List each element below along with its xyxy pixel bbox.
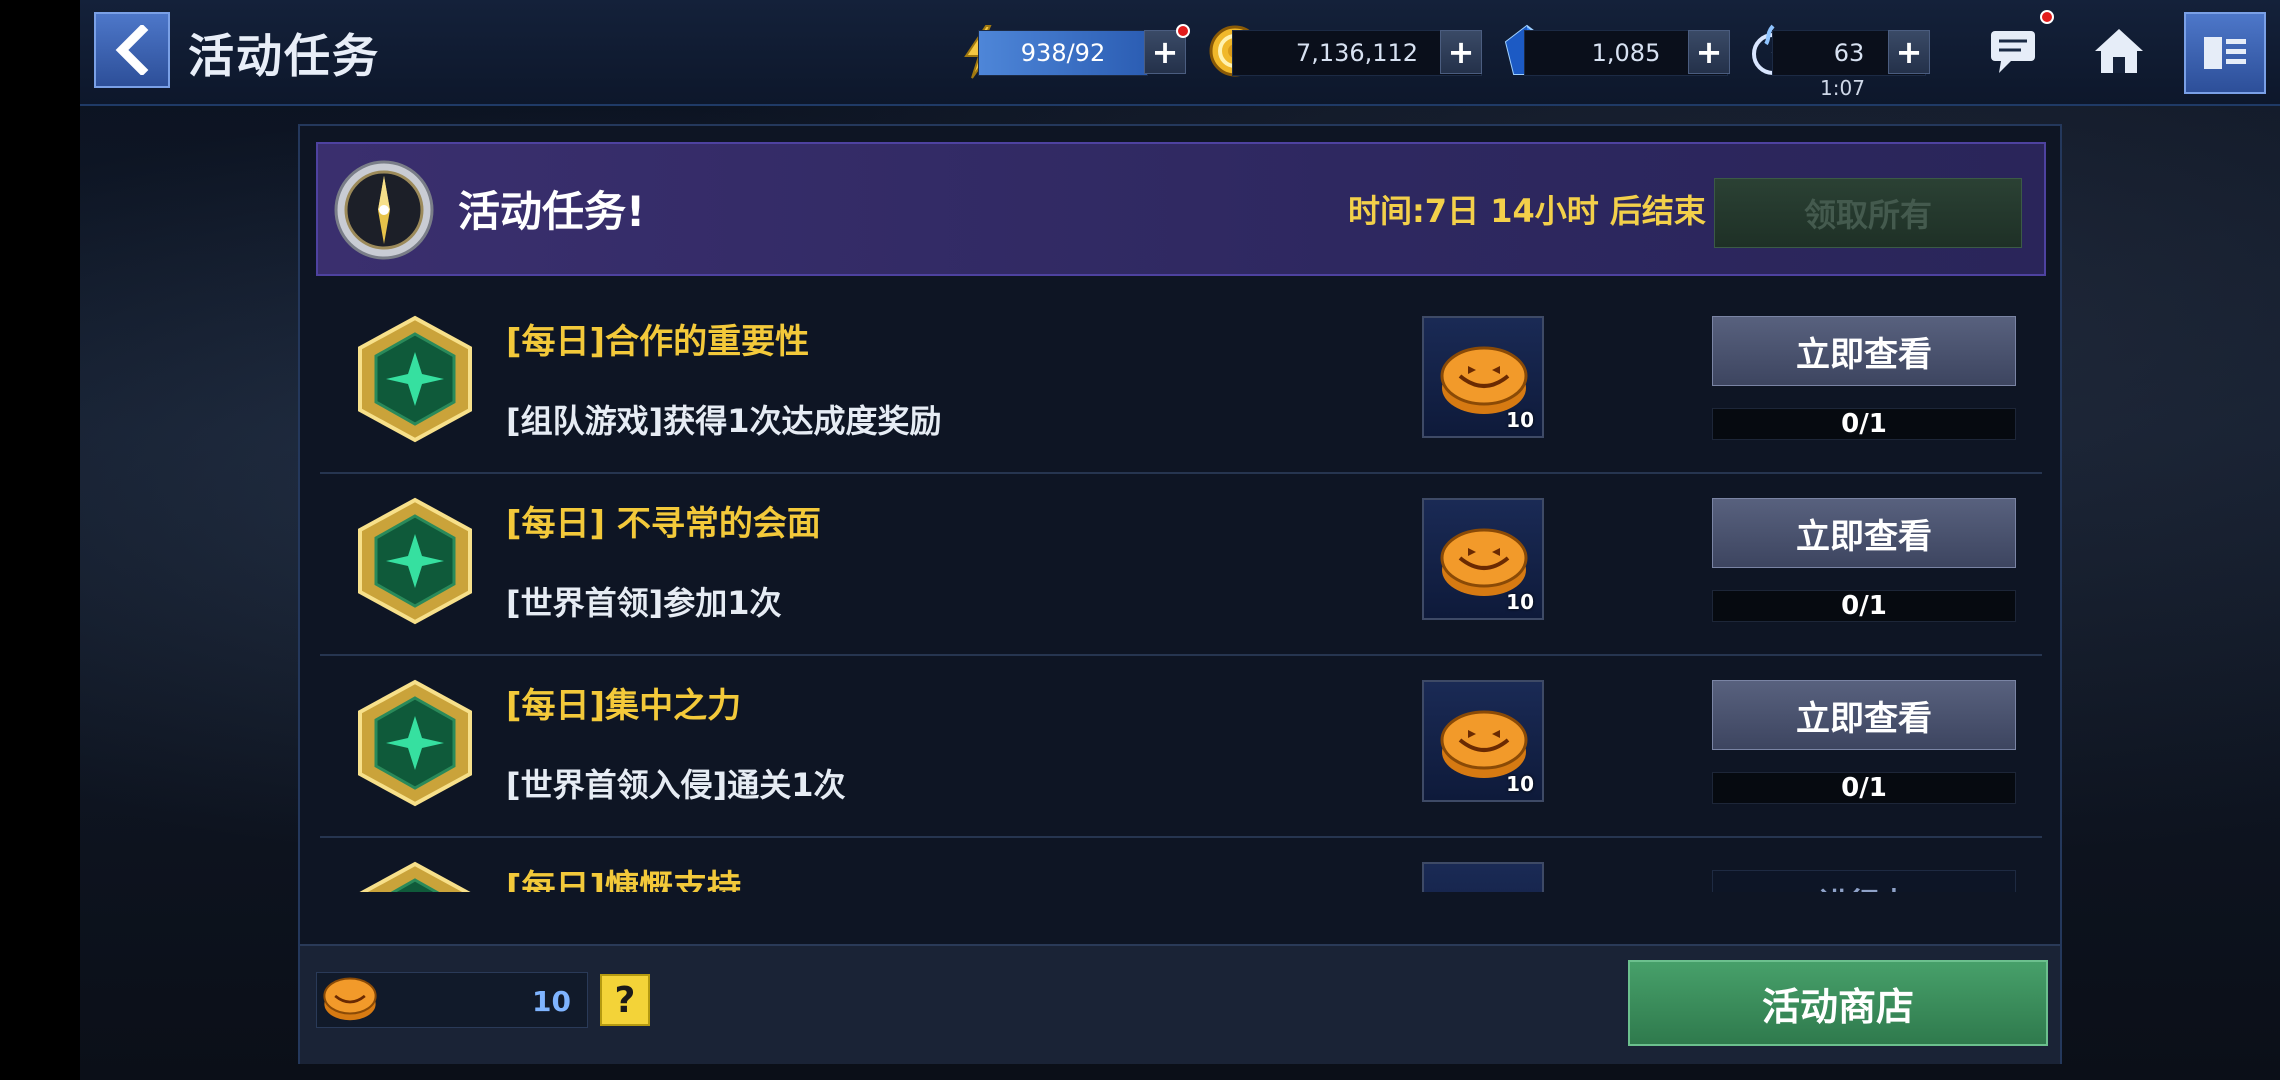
- compass-icon: [334, 160, 434, 260]
- reward-slot[interactable]: 10: [1422, 680, 1544, 802]
- home-button[interactable]: [2078, 10, 2160, 92]
- stamina-timer: 1:07: [1820, 76, 1865, 100]
- task-status: 进行中: [1712, 870, 2016, 892]
- add-crystal-button[interactable]: +: [1688, 30, 1730, 74]
- task-title: [每日] 不寻常的会面: [506, 504, 821, 544]
- pumpkin-coin-icon: [1438, 882, 1530, 892]
- energy-value: 938/92: [978, 30, 1148, 76]
- task-title: [每日]合作的重要性: [506, 322, 810, 362]
- claim-all-button[interactable]: 领取所有: [1714, 178, 2022, 248]
- reward-quantity: 10: [1506, 408, 1534, 432]
- quest-badge-icon: [358, 315, 472, 443]
- task-description: [世界首领]参加1次: [506, 584, 782, 622]
- event-timer: 时间:7日 14小时 后结束: [1348, 192, 1706, 230]
- view-now-button[interactable]: 立即查看: [1712, 498, 2016, 568]
- task-progress: 0/1: [1712, 590, 2016, 622]
- reward-slot[interactable]: 10: [1422, 316, 1544, 438]
- task-row: [每日]合作的重要性 [组队游戏]获得1次达成度奖励 10 立即查看 0/1: [320, 292, 2042, 474]
- task-description: [组队游戏]获得1次达成度奖励: [506, 402, 942, 440]
- page-title: 活动任务: [188, 29, 380, 83]
- task-title: [每日]集中之力: [506, 686, 742, 726]
- event-quest-panel: 活动任务! 时间:7日 14小时 后结束 领取所有 [每日]合作的重要性 [组队…: [298, 124, 2062, 1064]
- event-currency: 10: [316, 972, 588, 1028]
- task-row: [每日]慷慨支持 进行中: [320, 838, 2042, 892]
- quest-badge-icon: [359, 861, 471, 892]
- task-title: [每日]慷慨支持: [506, 868, 742, 892]
- reward-quantity: 10: [1506, 772, 1534, 796]
- chat-notification-dot: [2040, 10, 2054, 24]
- panel-header: 活动任务! 时间:7日 14小时 后结束 领取所有: [316, 142, 2046, 276]
- add-stamina-button[interactable]: +: [1888, 30, 1930, 74]
- quest-badge-icon: [358, 679, 472, 807]
- view-now-button[interactable]: 立即查看: [1712, 680, 2016, 750]
- home-icon: [2095, 29, 2143, 73]
- quest-badge-icon: [358, 497, 472, 625]
- event-shop-button[interactable]: 活动商店: [1628, 960, 2048, 1046]
- task-progress: 0/1: [1712, 772, 2016, 804]
- menu-icon: [2204, 37, 2246, 69]
- task-description: [世界首领入侵]通关1次: [506, 766, 846, 804]
- task-progress: 0/1: [1712, 408, 2016, 440]
- currency-amount: 10: [532, 985, 571, 1018]
- view-now-button[interactable]: 立即查看: [1712, 316, 2016, 386]
- chat-icon: [1991, 31, 2035, 73]
- reward-quantity: 10: [1506, 590, 1534, 614]
- panel-title: 活动任务!: [458, 187, 646, 236]
- task-row: [每日] 不寻常的会面 [世界首领]参加1次 10 立即查看 0/1: [320, 474, 2042, 656]
- reward-slot[interactable]: 10: [1422, 498, 1544, 620]
- back-button[interactable]: [94, 12, 170, 88]
- pumpkin-coin-icon: [323, 977, 377, 1021]
- panel-footer: 10 ? 活动商店: [300, 944, 2060, 1064]
- chevron-left-icon: [115, 25, 149, 75]
- add-gold-button[interactable]: +: [1440, 30, 1482, 74]
- help-button[interactable]: ?: [600, 974, 650, 1026]
- menu-button[interactable]: [2184, 12, 2266, 94]
- notification-dot: [1176, 24, 1190, 38]
- task-row: [每日]集中之力 [世界首领入侵]通关1次 10 立即查看 0/1: [320, 656, 2042, 838]
- reward-slot[interactable]: [1422, 862, 1544, 892]
- task-list[interactable]: [每日]合作的重要性 [组队游戏]获得1次达成度奖励 10 立即查看 0/1 […: [320, 292, 2042, 892]
